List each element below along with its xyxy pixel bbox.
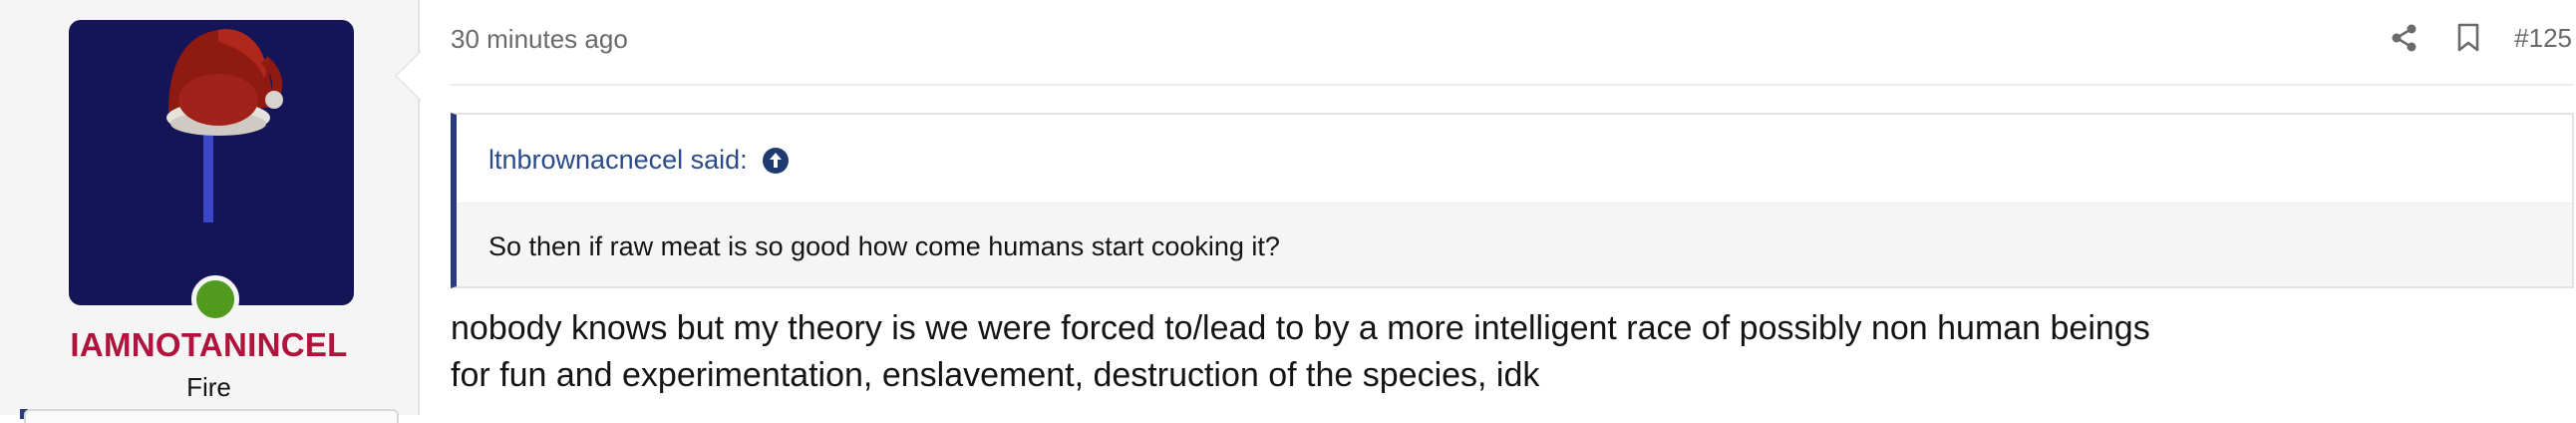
bookmark-icon[interactable] (2450, 20, 2486, 56)
share-icon[interactable] (2387, 20, 2422, 56)
post-header-divider (451, 84, 2574, 86)
arrow-up-circle-icon[interactable] (762, 147, 790, 175)
user-sidebar: IAMNOTANINCEL Fire (0, 0, 420, 423)
quote-block: ltnbrownacnecel said: So then if raw mea… (451, 113, 2574, 288)
quote-body: So then if raw meat is so good how come … (457, 203, 2572, 286)
santa-hat-icon (166, 29, 283, 222)
user-title: Fire (186, 372, 231, 402)
post-timestamp[interactable]: 30 minutes ago (451, 24, 628, 55)
quote-attribution[interactable]: ltnbrownacnecel said: (488, 145, 790, 176)
post-header-actions: #125 (2387, 18, 2576, 58)
username[interactable]: IAMNOTANINCEL (0, 326, 418, 364)
post-message: nobody knows but my theory is we were fo… (451, 305, 2150, 399)
quote-author-said[interactable]: ltnbrownacnecel said: (488, 145, 748, 176)
user-banner (24, 409, 399, 423)
online-status-indicator (191, 275, 239, 323)
message-pointer (397, 52, 421, 100)
post-number-link[interactable]: #125 (2514, 23, 2572, 54)
quote-text: So then if raw meat is so good how come … (488, 231, 1280, 261)
message-line-1: nobody knows but my theory is we were fo… (451, 309, 2150, 347)
message-line-2: for fun and experimentation, enslavement… (451, 356, 1540, 394)
avatar[interactable] (69, 20, 354, 305)
